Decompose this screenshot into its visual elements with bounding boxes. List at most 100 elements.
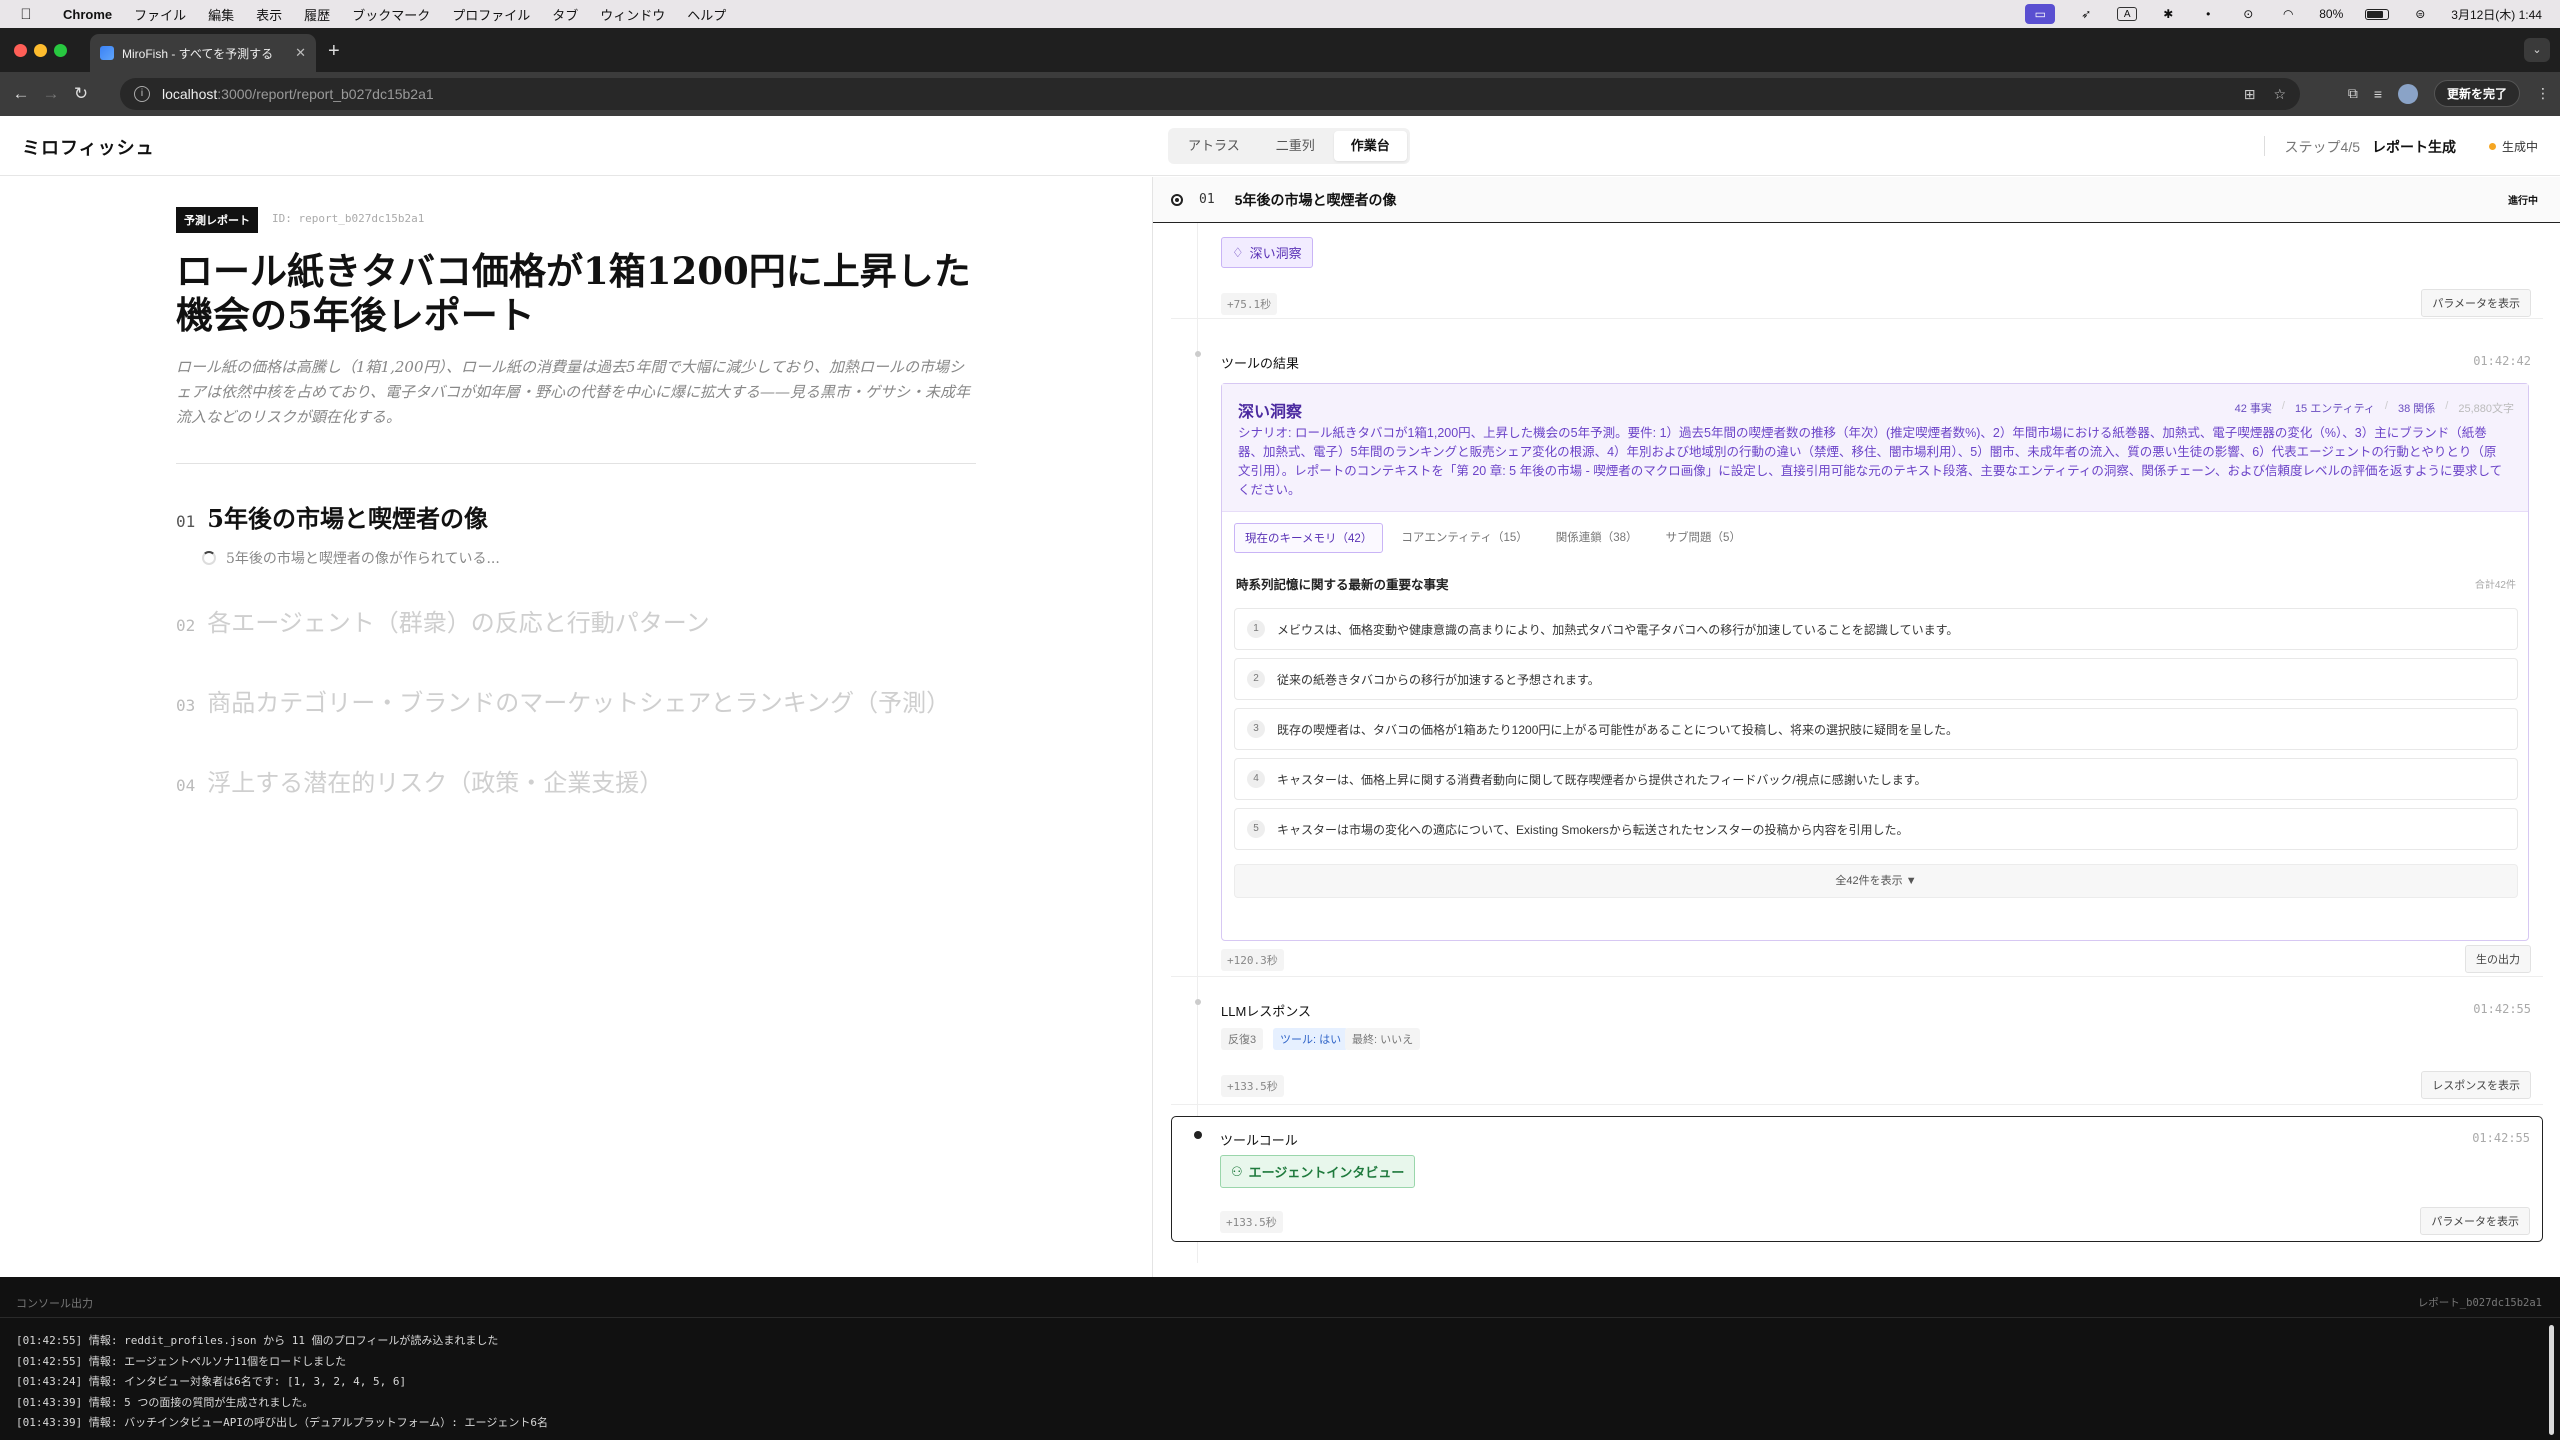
zoom-window-icon[interactable] <box>54 44 67 57</box>
tool-flag-chip: ツール: はい <box>1273 1028 1349 1050</box>
llm-response-card: LLMレスポンス 01:42:55 反復3 ツール: はい 最終: いいえ +1… <box>1171 985 2543 1105</box>
show-all-button[interactable]: 全42件を表示 ▼ <box>1234 864 2518 898</box>
tab-dual-column[interactable]: 二重列 <box>1259 131 1332 161</box>
back-icon[interactable]: ← <box>6 84 36 104</box>
report-section-04[interactable]: 04 浮上する潜在的リスク（政策・企業支援） <box>176 763 663 798</box>
brand-logo[interactable]: ミロフィッシュ <box>22 134 155 160</box>
report-section-03[interactable]: 03 商品カテゴリー・ブランドのマーケットシェアとランキング（予測） <box>176 683 950 718</box>
console-scrollbar[interactable] <box>2549 1325 2554 1435</box>
rocket-icon[interactable]: ➶ <box>2077 7 2095 21</box>
fact-item: 3 既存の喫煙者は、タバコの価格が1箱あたり1200円に上がる可能性があることに… <box>1234 708 2518 750</box>
show-params-button[interactable]: パラメータを表示 <box>2420 1207 2530 1235</box>
report-section-01[interactable]: 01 5年後の市場と喫煙者の像 <box>176 499 488 534</box>
bluetooth-icon[interactable]: ✱ <box>2159 7 2177 21</box>
update-button[interactable]: 更新を完了 <box>2433 80 2520 107</box>
close-window-icon[interactable] <box>14 44 27 57</box>
site-info-icon[interactable]: i <box>134 86 150 102</box>
new-tab-icon[interactable]: + <box>328 40 340 63</box>
facts-total: 合計42件 <box>2474 580 2516 591</box>
final-flag-chip: 最終: いいえ <box>1345 1028 1421 1050</box>
forward-icon[interactable]: → <box>36 84 66 104</box>
url-host: localhost <box>162 86 218 102</box>
menu-history[interactable]: 履歴 <box>293 5 341 24</box>
menu-tab[interactable]: タブ <box>541 5 589 24</box>
iteration-chip: 反復3 <box>1221 1028 1264 1050</box>
favicon-icon <box>100 46 114 60</box>
address-bar[interactable]: i localhost :3000/report/report_b027dc15… <box>120 78 2300 110</box>
chrome-tab-strip: MiroFish - すべてを予測する ✕ + ⌄ <box>0 28 2560 72</box>
section-bullet-icon <box>1171 193 1183 206</box>
fact-item: 1 メビウスは、価格変動や健康意識の高まりにより、加熱式タバコや電子タバコへの移… <box>1234 608 2518 650</box>
timeline-dot <box>1195 999 1201 1005</box>
tool-badge-deep-insight[interactable]: ♢ 深い洞察 <box>1221 237 1313 268</box>
browser-tab-active[interactable]: MiroFish - すべてを予測する ✕ <box>90 34 316 72</box>
tab-atlas[interactable]: アトラス <box>1171 131 1257 161</box>
fact-item: 5 キャスターは市場の変化への適応について、Existing Smokersから… <box>1234 808 2518 850</box>
card-time: 01:42:55 <box>2472 1131 2530 1145</box>
control-center-icon[interactable]: ⊜ <box>2411 7 2429 21</box>
card-title: ツールコール <box>1220 1133 1298 1148</box>
menu-app[interactable]: Chrome <box>52 7 123 22</box>
tab-sub-questions[interactable]: サブ問題（5） <box>1656 523 1751 553</box>
bookmark-star-icon[interactable]: ☆ <box>2273 86 2286 103</box>
menu-file[interactable]: ファイル <box>123 5 197 24</box>
app-header: ミロフィッシュ アトラス 二重列 作業台 ステップ4/5 レポート生成 生成中 <box>0 116 2560 176</box>
insight-scenario: シナリオ: ロール紙きタバコが1箱1,200円、上昇した機会の5年予測。要件: … <box>1238 426 2503 497</box>
elapsed-time: +133.5秒 <box>1221 1075 1284 1097</box>
fact-number: 5 <box>1247 820 1265 838</box>
menu-help[interactable]: ヘルプ <box>676 5 737 24</box>
extensions-icon[interactable]: ⧉ <box>2348 85 2358 102</box>
log-line: [01:42:55] 情報: reddit_profiles.json から 1… <box>16 1334 499 1347</box>
lightbulb-icon: ♢ <box>1232 244 1244 260</box>
battery-percent: 80% <box>2319 7 2344 21</box>
battery-icon[interactable] <box>2365 8 2390 20</box>
menu-bookmarks[interactable]: ブックマーク <box>341 5 441 24</box>
translate-icon[interactable]: ⊞ <box>2244 86 2256 103</box>
menu-view[interactable]: 表示 <box>245 5 293 24</box>
report-title: ロール紙きタバコ価格が1箱1200円に上昇した機会の5年後レポート <box>176 249 971 337</box>
menu-window[interactable]: ウィンドウ <box>589 5 676 24</box>
report-section-02[interactable]: 02 各エージェント（群衆）の反応と行動パターン <box>176 603 710 638</box>
console-panel: コンソール出力 レポート_b027dc15b2a1 [01:42:55] 情報:… <box>0 1277 2560 1440</box>
apple-icon[interactable]:  <box>0 6 52 23</box>
wifi-icon[interactable]: ◠ <box>2279 7 2297 21</box>
input-source-icon[interactable]: A <box>2117 7 2138 21</box>
browser-tab-title: MiroFish - すべてを予測する <box>122 46 274 61</box>
stat-relations: 38 関係 <box>2397 403 2436 415</box>
tab-core-entities[interactable]: コアエンティティ（15） <box>1391 523 1537 553</box>
reading-list-icon[interactable]: ≡ <box>2374 86 2382 102</box>
spinner-icon <box>202 551 216 565</box>
tab-relation-chains[interactable]: 関係連鎖（38） <box>1546 523 1648 553</box>
reload-icon[interactable]: ↻ <box>66 84 96 104</box>
menu-profile[interactable]: プロファイル <box>441 5 541 24</box>
insight-tabs: 現在のキーメモリ（42） コアエンティティ（15） 関係連鎖（38） サブ問題（… <box>1234 523 1751 553</box>
play-icon[interactable]: ⊙ <box>2239 7 2257 21</box>
show-params-button[interactable]: パラメータを表示 <box>2421 289 2531 317</box>
fact-text: 従来の紙巻きタバコからの移行が加速すると予想されます。 <box>1277 672 1600 687</box>
profile-avatar[interactable] <box>2397 83 2418 104</box>
stat-facts: 42 事実 <box>2234 403 2272 415</box>
tool-badge-agent-interview[interactable]: ⚇ エージェントインタビュー <box>1220 1155 1416 1188</box>
tab-search-icon[interactable]: ⌄ <box>2524 38 2550 62</box>
divider <box>176 463 976 464</box>
tab-workbench[interactable]: 作業台 <box>1333 131 1407 161</box>
show-response-button[interactable]: レスポンスを表示 <box>2421 1071 2531 1099</box>
tool-result-card: ツールの結果 01:42:42 深い洞察 42 事実 / 15 エンティティ /… <box>1171 337 2543 977</box>
more-menu-icon[interactable]: ⋮ <box>2536 85 2550 102</box>
section-number: 01 <box>176 512 196 531</box>
menubar-clock[interactable]: 3月12日(木) 1:44 <box>2451 6 2542 23</box>
step-name: レポート生成 <box>2372 139 2456 155</box>
tab-key-memory[interactable]: 現在のキーメモリ（42） <box>1234 523 1384 553</box>
elapsed-time: +133.5秒 <box>1220 1211 1283 1233</box>
menu-edit[interactable]: 編集 <box>197 5 245 24</box>
insight-title: 深い洞察 <box>1238 404 1303 421</box>
screen-mirror-icon[interactable]: ▭ <box>2025 4 2056 24</box>
menubar-status-area: ▭ ➶ A ✱ • ⊙ ◠ 80% ⊜ 3月12日(木) 1:44 <box>2025 4 2560 24</box>
minimize-window-icon[interactable] <box>34 44 47 57</box>
log-line: [01:43:39] 情報: 5 つの面接の質問が生成されました。 <box>16 1395 314 1409</box>
raw-output-button[interactable]: 生の出力 <box>2465 945 2531 973</box>
workbench-pane: ♢ 深い洞察 +75.1秒 パラメータを表示 ツールの結果 01:42:42 深… <box>1153 177 2560 1277</box>
card-title: ツールの結果 <box>1221 356 1300 371</box>
close-tab-icon[interactable]: ✕ <box>295 45 306 61</box>
dot-icon[interactable]: • <box>2199 7 2217 21</box>
